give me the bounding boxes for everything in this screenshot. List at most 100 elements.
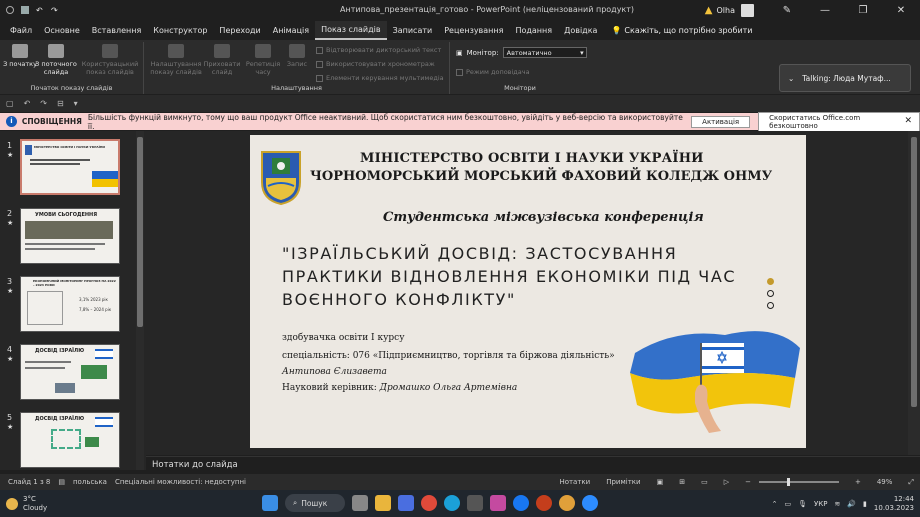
restore-button[interactable]: ❐ — [844, 5, 882, 16]
notes-toggle[interactable]: Нотатки — [559, 478, 590, 486]
close-icon[interactable]: ✕ — [904, 116, 912, 126]
thumbnail-slide-4[interactable]: ДОСВІД ІЗРАЇЛЮ — [20, 344, 120, 400]
thumbnail-slide-1[interactable]: МІНІСТЕРСТВО ОСВІТИ І НАУКИ УКРАЇНИ — [20, 139, 120, 195]
reading-view-icon[interactable]: ▭ — [701, 478, 708, 486]
tab-transitions[interactable]: Переходи — [213, 22, 266, 39]
from-current-button[interactable]: З поточного слайда — [34, 44, 78, 76]
taskbar-search[interactable]: ⌕ Пошук — [285, 494, 345, 512]
user-name[interactable]: Olha — [717, 6, 736, 15]
star-icon: ★ — [7, 287, 14, 295]
proofing-icon[interactable]: ▤ — [58, 478, 65, 486]
autosave-icon[interactable] — [6, 6, 14, 14]
tab-design[interactable]: Конструктор — [147, 22, 213, 39]
use-timings-checkbox[interactable]: Використовувати хронометраж — [316, 60, 435, 68]
edge-icon[interactable] — [444, 495, 460, 511]
zoom-in-button[interactable]: + — [855, 478, 861, 486]
avatar[interactable] — [741, 3, 754, 17]
save-icon[interactable]: ▢ — [6, 99, 14, 108]
customize-icon[interactable]: ▾ — [74, 99, 78, 108]
tell-me-box[interactable]: 💡 Скажіть, що потрібно зробити — [611, 26, 752, 35]
slide-sorter-icon[interactable]: ⊞ — [679, 478, 685, 486]
redo-icon[interactable]: ↷ — [51, 6, 59, 15]
decor-dot — [767, 278, 774, 285]
wifi-icon[interactable]: ≋ — [834, 500, 840, 508]
pen-icon[interactable]: ✎ — [768, 5, 806, 16]
chrome-icon[interactable] — [421, 495, 437, 511]
input-language[interactable]: УКР — [814, 500, 827, 508]
tab-insert[interactable]: Вставлення — [86, 22, 147, 39]
redo-icon[interactable]: ↷ — [40, 99, 47, 108]
activate-button[interactable]: Активація — [691, 115, 751, 128]
file-explorer-icon[interactable] — [375, 495, 391, 511]
battery-icon[interactable]: ▮ — [863, 500, 867, 508]
clock[interactable]: 12:44 10.03.2023 — [874, 495, 914, 513]
zoom-icon[interactable] — [582, 495, 598, 511]
weather-widget[interactable]: 3°C Cloudy — [6, 495, 47, 513]
camera-icon[interactable] — [398, 495, 414, 511]
tab-record[interactable]: Записати — [387, 22, 439, 39]
volume-icon[interactable]: 🔊 — [847, 500, 856, 508]
slideshow-start-icon — [12, 44, 28, 58]
thumbnail-slide-5[interactable]: ДОСВІД ІЗРАЇЛЮ — [20, 412, 120, 468]
chevron-down-icon[interactable]: ⌄ — [788, 74, 794, 83]
windows-start-icon[interactable] — [262, 495, 278, 511]
slide-scrollbar[interactable] — [908, 131, 920, 455]
thumbnails-scrollbar[interactable] — [136, 131, 144, 470]
monitor-dropdown[interactable]: Автоматично — [502, 47, 587, 58]
tab-home[interactable]: Основне — [38, 22, 86, 39]
tab-view[interactable]: Подання — [509, 22, 558, 39]
microphone-icon[interactable]: 🎙 — [798, 500, 807, 508]
zoom-level[interactable]: 49% — [877, 478, 893, 486]
play-narrations-checkbox[interactable]: Відтворювати дикторський текст — [316, 46, 441, 54]
student-name: Антипова Єлизавета — [282, 367, 387, 377]
accessibility-status[interactable]: Спеціальні можливості: недоступні — [115, 478, 246, 486]
tab-slide-show[interactable]: Показ слайдів — [315, 20, 387, 40]
tab-file[interactable]: Файл — [4, 22, 38, 39]
thumbnail-slide-2[interactable]: УМОВИ СЬОГОДЕННЯ — [20, 208, 120, 264]
save-icon[interactable] — [21, 6, 29, 14]
custom-show-button[interactable]: Користувацький показ слайдів — [80, 44, 140, 76]
facebook-icon[interactable] — [513, 495, 529, 511]
minimize-button[interactable]: — — [806, 5, 844, 16]
thumbnail-slide-3[interactable]: ЕКОНОМІЧНИЙ МОНІТОРИНГ ПРОГНОЗ НА 2022 –… — [20, 276, 120, 332]
current-slide[interactable]: МІНІСТЕРСТВО ОСВІТИ І НАУКИ УКРАЇНИ ЧОРН… — [250, 135, 806, 448]
teams-call-toast[interactable]: ⌄ Talking: Люда Мутаф... — [779, 64, 911, 92]
undo-icon[interactable]: ↶ — [24, 99, 31, 108]
chrome-profile-icon[interactable] — [559, 495, 575, 511]
close-button[interactable]: ✕ — [882, 5, 920, 16]
tab-help[interactable]: Довідка — [558, 22, 603, 39]
tab-review[interactable]: Рецензування — [438, 22, 509, 39]
media-controls-checkbox[interactable]: Елементи керування мультимедіа — [316, 74, 444, 82]
messenger-icon[interactable] — [490, 495, 506, 511]
zoom-slider[interactable] — [758, 478, 839, 486]
group-label: Монітори — [504, 84, 536, 92]
presenter-view-checkbox[interactable]: Режим доповідача — [456, 68, 530, 76]
flag-illustration-icon — [630, 331, 800, 433]
office-web-button[interactable]: Скористатись Office.com безкоштовно — [758, 111, 920, 132]
chevron-up-icon[interactable]: ⌃ — [772, 500, 778, 508]
search-icon: ⌕ — [293, 498, 298, 507]
notification-title: СПОВІЩЕННЯ — [21, 117, 82, 126]
start-show-icon[interactable]: ⊟ — [57, 99, 64, 108]
zoom-out-button[interactable]: − — [745, 478, 751, 486]
store-icon[interactable] — [467, 495, 483, 511]
tab-animations[interactable]: Анімація — [267, 22, 315, 39]
normal-view-icon[interactable]: ▣ — [657, 478, 664, 486]
slide-number: 4 — [7, 345, 13, 354]
monitor-select[interactable]: ▣ Монітор: Автоматично — [456, 47, 587, 58]
record-button[interactable]: Запис — [280, 44, 314, 68]
powerpoint-icon[interactable] — [536, 495, 552, 511]
notes-pane[interactable]: Нотатки до слайда — [146, 456, 920, 473]
meet-now-icon[interactable]: ▭ — [784, 500, 791, 508]
rehearse-timings-button[interactable]: Репетиція часу — [244, 44, 282, 76]
warning-icon[interactable]: ▲ — [705, 5, 713, 16]
language-indicator[interactable]: польська — [73, 478, 107, 486]
quick-toolbar: ▢ ↶ ↷ ⊟ ▾ — [0, 95, 920, 112]
task-view-icon[interactable] — [352, 495, 368, 511]
comments-toggle[interactable]: Примітки — [606, 478, 640, 486]
undo-icon[interactable]: ↶ — [36, 6, 44, 15]
slideshow-view-icon[interactable]: ▷ — [724, 478, 729, 486]
hide-slide-button[interactable]: Приховати слайд — [202, 44, 242, 76]
fit-slide-icon[interactable]: ⤢ — [908, 478, 914, 487]
setup-show-button[interactable]: Налаштування показу слайдів — [148, 44, 204, 76]
